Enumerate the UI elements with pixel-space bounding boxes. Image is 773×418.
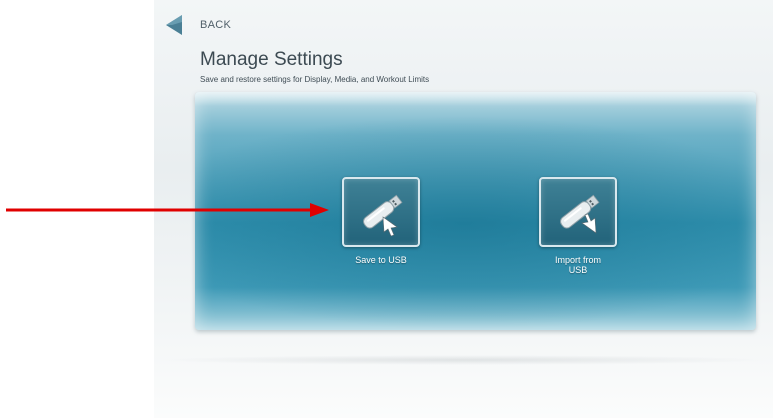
import-label-line-2: USB [568, 265, 588, 275]
save-to-usb-label: Save to USB [355, 255, 407, 265]
usb-drive-import-icon [539, 177, 617, 247]
back-button[interactable]: BACK [164, 14, 231, 36]
import-from-usb-label: Import from USB [538, 255, 618, 275]
save-to-usb-button[interactable]: Save to USB [341, 177, 421, 265]
import-label-line-1: Import from [554, 255, 601, 265]
back-label: BACK [200, 19, 232, 31]
page-title: Manage Settings [200, 49, 343, 70]
back-arrow-icon [166, 15, 182, 35]
usb-drive-save-icon [342, 177, 420, 247]
red-arrow-annotation [6, 203, 329, 217]
page-subtitle: Save and restore settings for Display, M… [200, 75, 430, 84]
import-from-usb-button[interactable]: Import from USB [538, 177, 618, 275]
